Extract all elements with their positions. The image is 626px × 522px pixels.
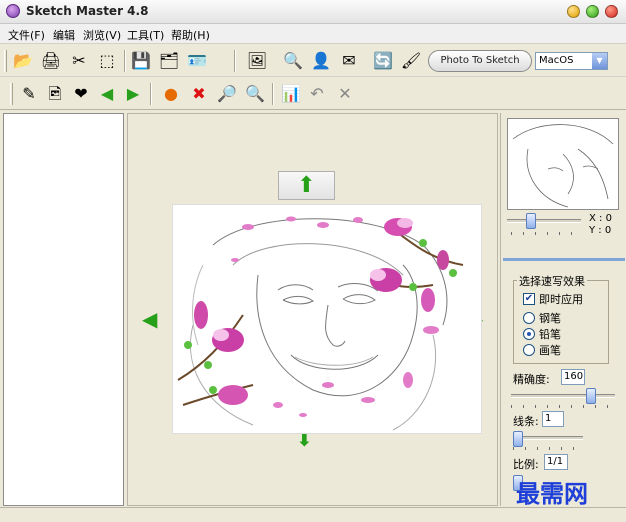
open-folder-icon[interactable]: 📂 <box>12 50 34 72</box>
precision-slider-ticks <box>511 405 615 408</box>
ratio-input[interactable]: 1/1 <box>544 454 568 470</box>
effect-group-title: 选择速写效果 <box>517 273 587 289</box>
pan-left-arrow-icon[interactable]: ◀ <box>142 309 157 329</box>
zoom-out-icon[interactable]: 🔍 <box>244 83 266 105</box>
ratio-label: 比例: <box>513 458 539 471</box>
radio-pen[interactable]: 钢笔 <box>523 310 561 326</box>
minimize-button[interactable] <box>567 5 580 18</box>
toolbar-separator <box>150 83 152 105</box>
radio-pen-label: 钢笔 <box>539 312 561 325</box>
email-icon[interactable]: ✉ <box>338 50 360 72</box>
zoom-in-icon[interactable]: 🔎 <box>216 83 238 105</box>
y-coordinate: Y : 0 <box>589 225 612 236</box>
toolbar-separator <box>272 83 274 105</box>
toolbar-separator <box>234 50 236 72</box>
radio-icon[interactable] <box>523 344 535 356</box>
tools-icon[interactable]: ✂ <box>68 50 90 72</box>
apply-now-label: 即时应用 <box>539 293 583 306</box>
sketch-drawing <box>177 216 464 431</box>
watermark-logo: 最需网 <box>516 479 588 508</box>
canvas-area: ⬆ ◀ ▶ ⬇ <box>127 113 498 506</box>
save-icon[interactable]: 💾 <box>130 50 152 72</box>
chevron-down-icon[interactable]: ▼ <box>592 53 607 69</box>
precision-slider-thumb[interactable] <box>586 388 597 404</box>
checkbox-checked-icon[interactable]: ✔ <box>523 293 535 305</box>
contact-card-icon[interactable]: 🪪 <box>186 50 208 72</box>
scan-photo-icon[interactable]: 🖼 <box>246 50 268 72</box>
preview-thumbnail[interactable] <box>507 118 619 210</box>
undo-icon[interactable]: ↶ <box>306 83 328 105</box>
maximize-button[interactable] <box>586 5 599 18</box>
window-title: Sketch Master 4.8 <box>26 4 149 18</box>
status-bar <box>0 507 626 522</box>
menu-tools[interactable]: 工具(T) <box>127 27 164 43</box>
radio-pencil-label: 铅笔 <box>539 328 561 341</box>
zoom-icon[interactable]: 🔍 <box>282 50 304 72</box>
radio-brush[interactable]: 画笔 <box>523 342 561 358</box>
radio-selected-icon[interactable] <box>523 328 535 340</box>
precision-slider-track[interactable] <box>511 394 615 398</box>
close-button[interactable] <box>605 5 618 18</box>
chart-icon[interactable]: 📊 <box>280 83 302 105</box>
menu-file[interactable]: 文件(F) <box>8 27 45 43</box>
toolbar-grip <box>10 83 13 105</box>
zoom-slider-thumb[interactable] <box>526 213 537 229</box>
menu-help[interactable]: 帮助(H) <box>171 27 210 43</box>
settings-panel: X : 0 Y : 0 选择速写效果 ✔ 即时应用 钢笔 铅笔 画笔 精确度: … <box>500 113 626 506</box>
zoom-slider-ticks <box>511 232 581 235</box>
brush-icon[interactable]: 🖌 <box>400 50 422 72</box>
pan-up-button[interactable]: ⬆ <box>278 171 335 200</box>
rotate-icon[interactable]: 🔄 <box>372 50 394 72</box>
lines-input[interactable]: 1 <box>542 411 564 427</box>
export-icon[interactable]: ⬚ <box>96 50 118 72</box>
lines-label: 线条: <box>513 415 539 428</box>
cancel-icon[interactable]: ✕ <box>334 83 356 105</box>
precision-label: 精确度: <box>513 373 550 386</box>
zoom-slider-track[interactable] <box>507 219 581 223</box>
main-toolbar: 📂 🖨 ✂ ⬚ 💾 🗂 🪪 🖼 🔍 👤 ✉ 🔄 🖌 Photo To Sketc… <box>0 45 626 77</box>
menu-bar: 文件(F) 编辑 浏览(V) 工具(T) 帮助(H) <box>0 24 626 44</box>
file-list-panel[interactable] <box>3 113 124 506</box>
apply-now-checkbox[interactable]: ✔ 即时应用 <box>523 291 583 307</box>
title-bar: Sketch Master 4.8 <box>0 0 626 24</box>
style-select-value: MacOS <box>539 55 574 66</box>
app-icon <box>6 4 20 18</box>
lines-slider-track[interactable] <box>513 436 583 440</box>
radio-pencil[interactable]: 铅笔 <box>523 326 561 342</box>
x-coordinate: X : 0 <box>589 213 612 224</box>
heart-add-icon[interactable]: ❤ <box>70 83 92 105</box>
card-icon[interactable]: 👤 <box>310 50 332 72</box>
toolbar-separator <box>124 50 126 72</box>
style-select[interactable]: MacOS ▼ <box>535 52 608 70</box>
toolbar-grip <box>4 50 7 72</box>
precision-input[interactable]: 160 <box>561 369 585 385</box>
back-arrow-icon[interactable]: ◀ <box>96 83 118 105</box>
delete-icon[interactable]: ✖ <box>188 83 210 105</box>
sketch-image <box>172 204 482 434</box>
radio-brush-label: 画笔 <box>539 344 561 357</box>
red-dot-icon[interactable]: ● <box>160 83 182 105</box>
edit-icon[interactable]: ✎ <box>18 83 40 105</box>
lines-slider-thumb[interactable] <box>513 431 523 447</box>
scanner-icon[interactable]: 🖨 <box>40 50 62 72</box>
save-all-icon[interactable]: 🗂 <box>158 50 180 72</box>
forward-arrow-icon[interactable]: ▶ <box>122 83 144 105</box>
image-icon[interactable]: 🖻 <box>44 83 66 105</box>
lines-slider-ticks <box>513 447 583 450</box>
menu-edit[interactable]: 编辑 <box>53 27 75 43</box>
radio-icon[interactable] <box>523 312 535 324</box>
thumbnail-drawing <box>512 124 614 208</box>
panel-divider <box>503 258 625 261</box>
secondary-toolbar: ✎ 🖻 ❤ ◀ ▶ ● ✖ 🔎 🔍 📊 ↶ ✕ <box>0 78 626 110</box>
menu-browse[interactable]: 浏览(V) <box>83 27 121 43</box>
photo-to-sketch-button[interactable]: Photo To Sketch <box>428 50 532 72</box>
